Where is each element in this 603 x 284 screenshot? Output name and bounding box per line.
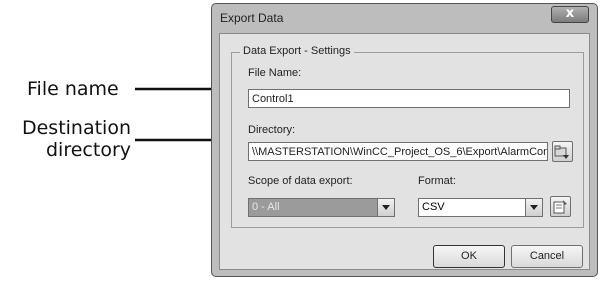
chevron-down-icon[interactable] <box>525 199 542 216</box>
group-title: Data Export - Settings <box>240 45 354 57</box>
close-icon: x <box>565 6 575 21</box>
format-select[interactable]: CSV <box>418 198 543 217</box>
export-settings-group: Data Export - Settings File Name: Contro… <box>231 45 584 228</box>
scope-value: 0 - All <box>249 199 377 216</box>
format-settings-button[interactable] <box>550 196 571 217</box>
close-button[interactable]: x <box>551 6 589 23</box>
scope-label: Scope of data export: <box>248 175 353 187</box>
directory-input[interactable]: \\MASTERSTATION\WinCC_Project_OS_6\Expor… <box>248 142 548 161</box>
window-title: Export Data <box>220 11 284 25</box>
export-data-dialog: Export Data x Data Export - Settings Fil… <box>211 3 598 277</box>
directory-label: Directory: <box>248 124 296 136</box>
file-name-label: File Name: <box>248 67 302 79</box>
chevron-down-icon[interactable] <box>377 199 394 216</box>
file-name-input[interactable]: Control1 <box>248 89 570 108</box>
browse-directory-button[interactable] <box>552 141 573 162</box>
scope-select[interactable]: 0 - All <box>248 198 395 217</box>
dialog-client-area: Data Export - Settings File Name: Contro… <box>219 33 590 270</box>
format-label: Format: <box>418 175 456 187</box>
folder-browse-icon <box>554 145 569 159</box>
cancel-button[interactable]: Cancel <box>511 245 583 268</box>
format-value: CSV <box>422 201 445 213</box>
format-settings-icon <box>553 200 567 214</box>
ok-button[interactable]: OK <box>433 245 505 268</box>
